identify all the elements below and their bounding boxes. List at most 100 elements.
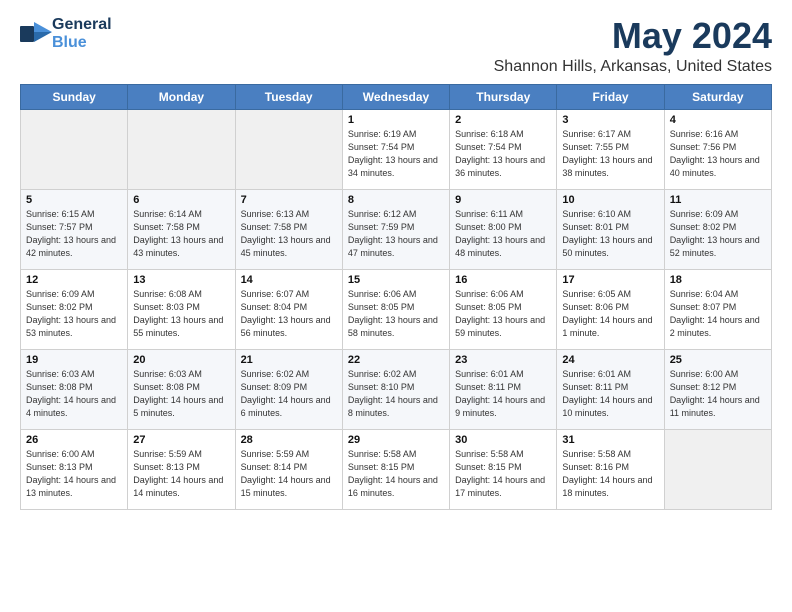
- day-info: Sunrise: 6:16 AMSunset: 7:56 PMDaylight:…: [670, 128, 766, 180]
- day-info: Sunrise: 6:18 AMSunset: 7:54 PMDaylight:…: [455, 128, 551, 180]
- month-title: May 2024: [494, 16, 772, 56]
- calendar-week-4: 19 Sunrise: 6:03 AMSunset: 8:08 PMDayligh…: [21, 349, 772, 429]
- day-info: Sunrise: 6:01 AMSunset: 8:11 PMDaylight:…: [455, 368, 551, 420]
- day-number: 20: [133, 354, 229, 366]
- day-info: Sunrise: 5:58 AMSunset: 8:16 PMDaylight:…: [562, 448, 658, 500]
- day-number: 29: [348, 434, 444, 446]
- day-number: 3: [562, 114, 658, 126]
- calendar-week-1: 1Sunrise: 6:19 AMSunset: 7:54 PMDaylight…: [21, 109, 772, 189]
- day-info: Sunrise: 6:01 AMSunset: 8:11 PMDaylight:…: [562, 368, 658, 420]
- calendar-cell: 1Sunrise: 6:19 AMSunset: 7:54 PMDaylight…: [342, 109, 449, 189]
- calendar-cell: 27Sunrise: 5:59 AMSunset: 8:13 PMDayligh…: [128, 429, 235, 509]
- day-number: 11: [670, 194, 766, 206]
- day-number: 2: [455, 114, 551, 126]
- day-info: Sunrise: 6:00 AMSunset: 8:12 PMDaylight:…: [670, 368, 766, 420]
- calendar-week-5: 26Sunrise: 6:00 AMSunset: 8:13 PMDayligh…: [21, 429, 772, 509]
- day-info: Sunrise: 6:06 AMSunset: 8:05 PMDaylight:…: [455, 288, 551, 340]
- day-number: 1: [348, 114, 444, 126]
- day-info: Sunrise: 5:59 AMSunset: 8:14 PMDaylight:…: [241, 448, 337, 500]
- day-info: Sunrise: 6:04 AMSunset: 8:07 PMDaylight:…: [670, 288, 766, 340]
- day-info: Sunrise: 6:02 AMSunset: 8:10 PMDaylight:…: [348, 368, 444, 420]
- day-number: 31: [562, 434, 658, 446]
- weekday-header-saturday: Saturday: [664, 84, 771, 109]
- calendar-week-2: 5 Sunrise: 6:15 AMSunset: 7:57 PMDaylight…: [21, 189, 772, 269]
- header: General Blue May 2024 Shannon Hills, Ark…: [20, 16, 772, 76]
- calendar-cell: 8 Sunrise: 6:12 AMSunset: 7:59 PMDaylight…: [342, 189, 449, 269]
- calendar-cell: 2 Sunrise: 6:18 AMSunset: 7:54 PMDaylight…: [450, 109, 557, 189]
- day-info: Sunrise: 6:11 AMSunset: 8:00 PMDaylight:…: [455, 208, 551, 260]
- day-info: Sunrise: 5:58 AMSunset: 8:15 PMDaylight:…: [348, 448, 444, 500]
- calendar-cell: 26Sunrise: 6:00 AMSunset: 8:13 PMDayligh…: [21, 429, 128, 509]
- day-info: Sunrise: 6:12 AMSunset: 7:59 PMDaylight:…: [348, 208, 444, 260]
- weekday-header-thursday: Thursday: [450, 84, 557, 109]
- day-info: Sunrise: 6:07 AMSunset: 8:04 PMDaylight:…: [241, 288, 337, 340]
- day-info: Sunrise: 5:58 AMSunset: 8:15 PMDaylight:…: [455, 448, 551, 500]
- weekday-header-row: SundayMondayTuesdayWednesdayThursdayFrid…: [21, 84, 772, 109]
- day-number: 27: [133, 434, 229, 446]
- day-number: 19: [26, 354, 122, 366]
- calendar-cell: 23 Sunrise: 6:01 AMSunset: 8:11 PMDayligh…: [450, 349, 557, 429]
- calendar-cell: 10Sunrise: 6:10 AMSunset: 8:01 PMDayligh…: [557, 189, 664, 269]
- calendar-cell: 17 Sunrise: 6:05 AMSunset: 8:06 PMDayligh…: [557, 269, 664, 349]
- calendar-cell: 16 Sunrise: 6:06 AMSunset: 8:05 PMDayligh…: [450, 269, 557, 349]
- weekday-header-monday: Monday: [128, 84, 235, 109]
- day-info: Sunrise: 6:14 AMSunset: 7:58 PMDaylight:…: [133, 208, 229, 260]
- day-info: Sunrise: 6:03 AMSunset: 8:08 PMDaylight:…: [133, 368, 229, 420]
- calendar-cell: 14 Sunrise: 6:07 AMSunset: 8:04 PMDayligh…: [235, 269, 342, 349]
- calendar-cell: 13Sunrise: 6:08 AMSunset: 8:03 PMDayligh…: [128, 269, 235, 349]
- day-number: 5: [26, 194, 122, 206]
- calendar-week-3: 12Sunrise: 6:09 AMSunset: 8:02 PMDayligh…: [21, 269, 772, 349]
- calendar-cell: [21, 109, 128, 189]
- day-info: Sunrise: 6:08 AMSunset: 8:03 PMDaylight:…: [133, 288, 229, 340]
- day-info: Sunrise: 6:13 AMSunset: 7:58 PMDaylight:…: [241, 208, 337, 260]
- calendar-table: SundayMondayTuesdayWednesdayThursdayFrid…: [20, 84, 772, 510]
- day-info: Sunrise: 6:02 AMSunset: 8:09 PMDaylight:…: [241, 368, 337, 420]
- day-info: Sunrise: 6:09 AMSunset: 8:02 PMDaylight:…: [26, 288, 122, 340]
- calendar-cell: 9 Sunrise: 6:11 AMSunset: 8:00 PMDaylight…: [450, 189, 557, 269]
- day-info: Sunrise: 6:03 AMSunset: 8:08 PMDaylight:…: [26, 368, 122, 420]
- day-number: 6: [133, 194, 229, 206]
- calendar-cell: 25 Sunrise: 6:00 AMSunset: 8:12 PMDayligh…: [664, 349, 771, 429]
- day-number: 9: [455, 194, 551, 206]
- calendar-cell: [664, 429, 771, 509]
- day-number: 16: [455, 274, 551, 286]
- day-number: 24: [562, 354, 658, 366]
- weekday-header-wednesday: Wednesday: [342, 84, 449, 109]
- day-number: 28: [241, 434, 337, 446]
- calendar-cell: 22 Sunrise: 6:02 AMSunset: 8:10 PMDayligh…: [342, 349, 449, 429]
- calendar-cell: 18 Sunrise: 6:04 AMSunset: 8:07 PMDayligh…: [664, 269, 771, 349]
- day-info: Sunrise: 6:05 AMSunset: 8:06 PMDaylight:…: [562, 288, 658, 340]
- calendar-cell: 24 Sunrise: 6:01 AMSunset: 8:11 PMDayligh…: [557, 349, 664, 429]
- logo-icon: [20, 22, 52, 46]
- day-number: 14: [241, 274, 337, 286]
- calendar-cell: 5 Sunrise: 6:15 AMSunset: 7:57 PMDaylight…: [21, 189, 128, 269]
- day-number: 30: [455, 434, 551, 446]
- weekday-header-sunday: Sunday: [21, 84, 128, 109]
- calendar-cell: 28 Sunrise: 5:59 AMSunset: 8:14 PMDayligh…: [235, 429, 342, 509]
- day-number: 18: [670, 274, 766, 286]
- day-number: 10: [562, 194, 658, 206]
- calendar-cell: 20 Sunrise: 6:03 AMSunset: 8:08 PMDayligh…: [128, 349, 235, 429]
- day-number: 8: [348, 194, 444, 206]
- day-number: 15: [348, 274, 444, 286]
- day-info: Sunrise: 6:06 AMSunset: 8:05 PMDaylight:…: [348, 288, 444, 340]
- calendar-cell: [128, 109, 235, 189]
- day-info: Sunrise: 6:15 AMSunset: 7:57 PMDaylight:…: [26, 208, 122, 260]
- day-number: 22: [348, 354, 444, 366]
- calendar-cell: 31 Sunrise: 5:58 AMSunset: 8:16 PMDayligh…: [557, 429, 664, 509]
- calendar-cell: 4Sunrise: 6:16 AMSunset: 7:56 PMDaylight…: [664, 109, 771, 189]
- calendar-cell: [235, 109, 342, 189]
- day-number: 17: [562, 274, 658, 286]
- calendar-cell: 6 Sunrise: 6:14 AMSunset: 7:58 PMDaylight…: [128, 189, 235, 269]
- calendar-cell: 19 Sunrise: 6:03 AMSunset: 8:08 PMDayligh…: [21, 349, 128, 429]
- calendar-body: 1Sunrise: 6:19 AMSunset: 7:54 PMDaylight…: [21, 109, 772, 509]
- day-info: Sunrise: 6:00 AMSunset: 8:13 PMDaylight:…: [26, 448, 122, 500]
- day-info: Sunrise: 6:09 AMSunset: 8:02 PMDaylight:…: [670, 208, 766, 260]
- title-area: May 2024 Shannon Hills, Arkansas, United…: [494, 16, 772, 76]
- day-number: 25: [670, 354, 766, 366]
- weekday-header-friday: Friday: [557, 84, 664, 109]
- day-number: 23: [455, 354, 551, 366]
- calendar-cell: 15 Sunrise: 6:06 AMSunset: 8:05 PMDayligh…: [342, 269, 449, 349]
- day-number: 7: [241, 194, 337, 206]
- weekday-header-tuesday: Tuesday: [235, 84, 342, 109]
